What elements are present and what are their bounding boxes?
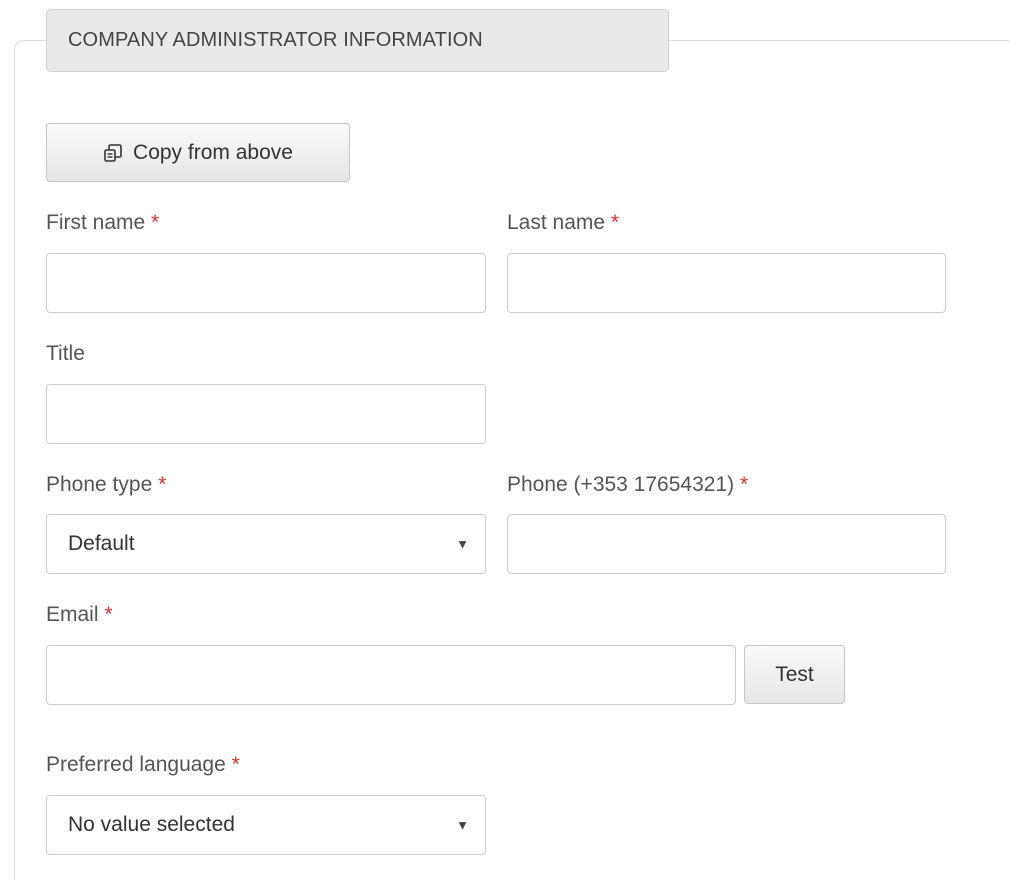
caret-down-icon: ▼ — [456, 817, 469, 833]
title-label: Title — [46, 342, 85, 365]
phone-type-select[interactable]: Default ▼ — [46, 514, 486, 574]
preferred-language-selected-value: No value selected — [68, 813, 235, 836]
phone-input[interactable] — [507, 514, 946, 574]
last-name-label: Last name * — [507, 211, 620, 234]
first-name-label: First name * — [46, 211, 160, 234]
caret-down-icon: ▼ — [456, 536, 469, 552]
required-marker: * — [231, 753, 240, 776]
required-marker: * — [739, 473, 749, 496]
first-name-input[interactable] — [46, 253, 486, 313]
phone-type-label: Phone type * — [46, 473, 167, 496]
email-input[interactable] — [46, 645, 736, 705]
test-email-button[interactable]: Test — [744, 645, 845, 704]
section-legend-text: COMPANY ADMINISTRATOR INFORMATION — [68, 29, 483, 51]
last-name-input[interactable] — [507, 253, 946, 313]
required-marker: * — [104, 603, 113, 626]
preferred-language-select[interactable]: No value selected ▼ — [46, 795, 486, 855]
test-email-label: Test — [775, 662, 814, 686]
copy-from-above-label: Copy from above — [133, 140, 293, 164]
phone-type-selected-value: Default — [68, 532, 135, 555]
required-marker: * — [158, 473, 167, 496]
preferred-language-label: Preferred language * — [46, 753, 240, 776]
copy-from-above-button[interactable]: Copy from above — [46, 123, 350, 182]
section-legend: COMPANY ADMINISTRATOR INFORMATION — [46, 9, 669, 72]
phone-label: Phone (+353 17654321) * — [507, 473, 749, 496]
required-marker: * — [610, 211, 620, 234]
required-marker: * — [151, 211, 160, 234]
email-label: Email * — [46, 603, 113, 626]
copy-icon — [103, 143, 123, 163]
title-input[interactable] — [46, 384, 486, 444]
